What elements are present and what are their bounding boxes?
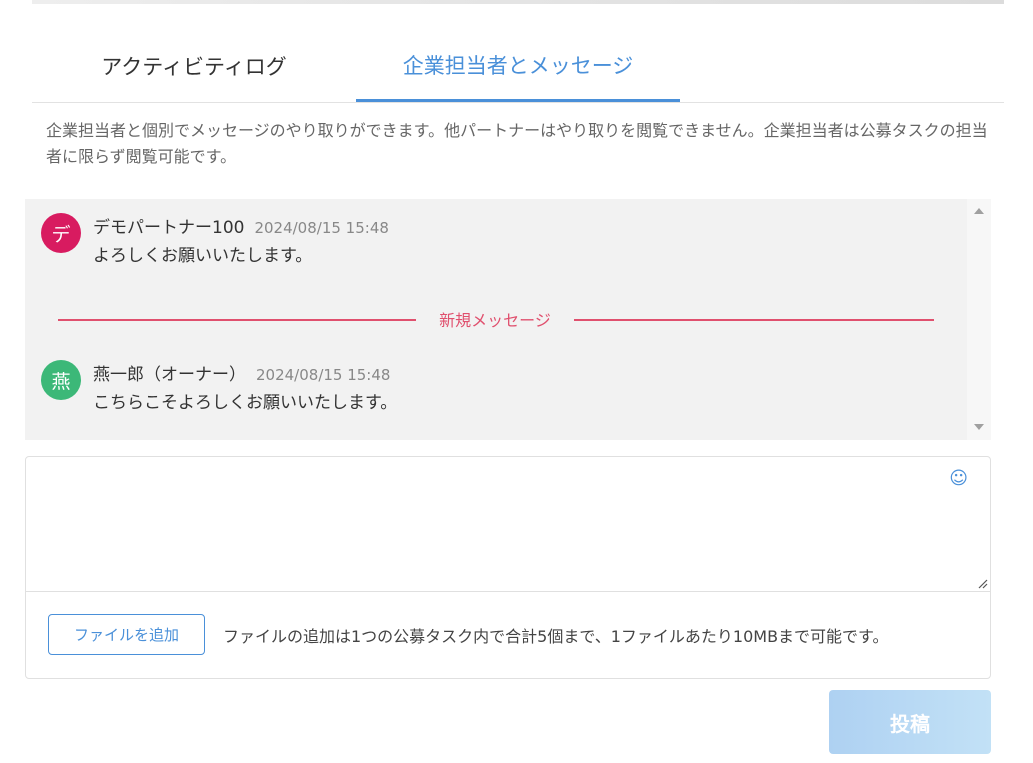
file-limit-note: ファイルの追加は1つの公募タスク内で合計5個まで、1ファイルあたり10MBまで可… xyxy=(223,627,889,646)
new-message-divider: 新規メッセージ xyxy=(58,305,934,333)
post-button[interactable]: 投稿 xyxy=(829,690,991,754)
message-thread[interactable]: デ デモパートナー100 2024/08/15 15:48 よろしくお願いいたしま… xyxy=(25,199,991,440)
tab-company-messages[interactable]: 企業担当者とメッセージ xyxy=(356,40,680,102)
message-body: こちらこそよろしくお願いいたします。 xyxy=(93,393,398,413)
message-author: デモパートナー100 xyxy=(93,218,245,238)
message-header: デモパートナー100 2024/08/15 15:48 xyxy=(93,213,389,238)
message-timestamp: 2024/08/15 15:48 xyxy=(254,219,389,237)
new-message-label: 新規メッセージ xyxy=(439,311,551,330)
smiley-icon[interactable]: ☺ xyxy=(949,468,968,489)
tab-company-messages-label: 企業担当者とメッセージ xyxy=(402,53,634,78)
messages-description: 企業担当者と個別でメッセージのやり取りができます。他パートナーはやり取りを閲覧で… xyxy=(46,121,988,166)
tab-bar: アクティビティログ 企業担当者とメッセージ xyxy=(32,40,1004,103)
message-timestamp: 2024/08/15 15:48 xyxy=(256,366,391,384)
thread-scrollbar[interactable] xyxy=(967,199,991,440)
message-input[interactable]: ☺ xyxy=(26,457,990,592)
add-file-button[interactable]: ファイルを追加 xyxy=(48,614,205,655)
tab-activity-log[interactable]: アクティビティログ xyxy=(32,40,356,102)
scroll-up-arrow-icon[interactable] xyxy=(974,208,984,214)
message-header: 燕一郎（オーナー） 2024/08/15 15:48 xyxy=(93,360,390,385)
divider-line-right xyxy=(574,319,934,321)
resize-handle-icon[interactable] xyxy=(976,577,988,589)
top-divider-strip xyxy=(32,0,1004,4)
scroll-down-arrow-icon[interactable] xyxy=(974,424,984,430)
divider-line-left xyxy=(58,319,416,321)
message-author: 燕一郎（オーナー） xyxy=(93,365,246,385)
tab-activity-log-label: アクティビティログ xyxy=(101,55,287,79)
message-composer: ☺ ファイルを追加 ファイルの追加は1つの公募タスク内で合計5個まで、1ファイル… xyxy=(25,456,991,679)
avatar: デ xyxy=(41,213,81,253)
message-body: よろしくお願いいたします。 xyxy=(93,246,313,266)
avatar: 燕 xyxy=(41,360,81,400)
